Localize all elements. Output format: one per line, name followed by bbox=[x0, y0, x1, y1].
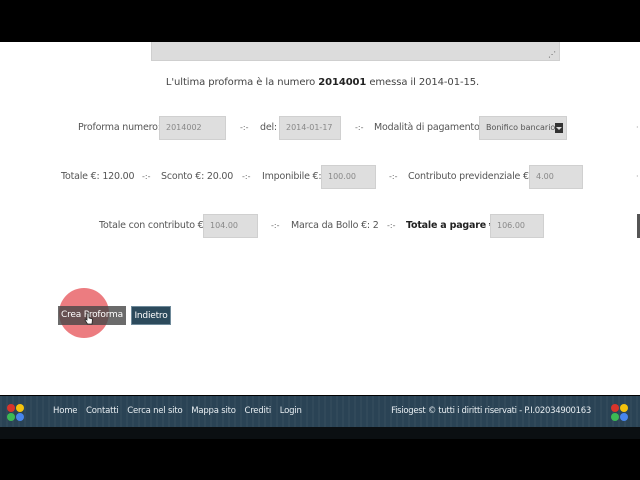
last-proforma-info: L'ultima proforma è la numero 2014001 em… bbox=[165, 77, 480, 88]
footer-shadow bbox=[0, 427, 640, 439]
page-content: ⋰ L'ultima proforma è la numero 2014001 … bbox=[0, 42, 640, 395]
date-field[interactable]: 2014-01-17 bbox=[279, 116, 341, 140]
footer-link-credits[interactable]: Crediti bbox=[244, 406, 271, 416]
separator: -:- bbox=[242, 172, 251, 181]
social-contribution-field[interactable]: 4.00 bbox=[529, 165, 583, 189]
hand-cursor-icon bbox=[84, 312, 93, 325]
separator: -:- bbox=[240, 123, 249, 132]
last-proforma-number: 2014001 bbox=[318, 77, 367, 88]
stamp-duty-label: Marca da Bollo €: 2 bbox=[291, 220, 379, 231]
flag-icon[interactable] bbox=[7, 402, 29, 422]
proforma-number-label: Proforma numero: bbox=[78, 122, 161, 133]
offscreen-separator: · bbox=[636, 172, 639, 181]
total-with-contribution-label: Totale con contributo €: bbox=[99, 220, 207, 231]
proforma-header-row: Proforma numero: 2014002 -:- del: 2014-0… bbox=[0, 116, 640, 140]
totals-row: Totale €: 120.00 -:- Sconto €: 20.00 -:-… bbox=[0, 165, 640, 189]
proforma-number-field[interactable]: 2014002 bbox=[159, 116, 226, 140]
footer-nav: Home Contatti Cerca nel sito Mappa sito … bbox=[53, 396, 308, 427]
separator: -:- bbox=[389, 172, 398, 181]
offscreen-separator: · bbox=[636, 123, 639, 132]
last-proforma-date: 2014-01-15. bbox=[418, 77, 480, 88]
separator: -:- bbox=[142, 172, 151, 181]
total-label: Totale €: 120.00 bbox=[61, 171, 135, 182]
resize-grip-icon[interactable]: ⋰ bbox=[548, 51, 556, 59]
separator: -:- bbox=[387, 221, 396, 230]
footer-copyright: Fisiogest © tutti i diritti riservati - … bbox=[391, 406, 591, 416]
footer-link-home[interactable]: Home bbox=[53, 406, 78, 416]
amount-due-field[interactable]: 106.00 bbox=[490, 214, 544, 238]
date-label: del: bbox=[260, 122, 277, 133]
social-contribution-label: Contributo previdenziale €: bbox=[408, 171, 532, 182]
footer-link-sitemap[interactable]: Mappa sito bbox=[191, 406, 236, 416]
grand-total-row: Totale con contributo €: 104.00 -:- Marc… bbox=[0, 214, 640, 238]
notes-textarea[interactable]: ⋰ bbox=[151, 42, 560, 61]
discount-label: Sconto €: 20.00 bbox=[161, 171, 234, 182]
payment-method-label: Modalità di pagamento: bbox=[374, 122, 483, 133]
footer-link-login[interactable]: Login bbox=[280, 406, 302, 416]
total-with-contribution-field[interactable]: 104.00 bbox=[203, 214, 258, 238]
payment-method-select[interactable]: Bonifico bancario bbox=[479, 116, 567, 140]
dropdown-arrow-icon[interactable] bbox=[555, 123, 563, 133]
separator: -:- bbox=[355, 123, 364, 132]
amount-due-label: Totale a pagare €: bbox=[406, 220, 500, 231]
site-footer: Home Contatti Cerca nel sito Mappa sito … bbox=[0, 396, 640, 427]
back-button[interactable]: Indietro bbox=[131, 306, 171, 325]
separator: -:- bbox=[271, 221, 280, 230]
footer-link-contacts[interactable]: Contatti bbox=[86, 406, 119, 416]
flag-icon[interactable] bbox=[611, 402, 633, 422]
footer-link-search[interactable]: Cerca nel sito bbox=[127, 406, 182, 416]
taxable-label: Imponibile €: bbox=[262, 171, 322, 182]
taxable-field[interactable]: 100.00 bbox=[321, 165, 376, 189]
